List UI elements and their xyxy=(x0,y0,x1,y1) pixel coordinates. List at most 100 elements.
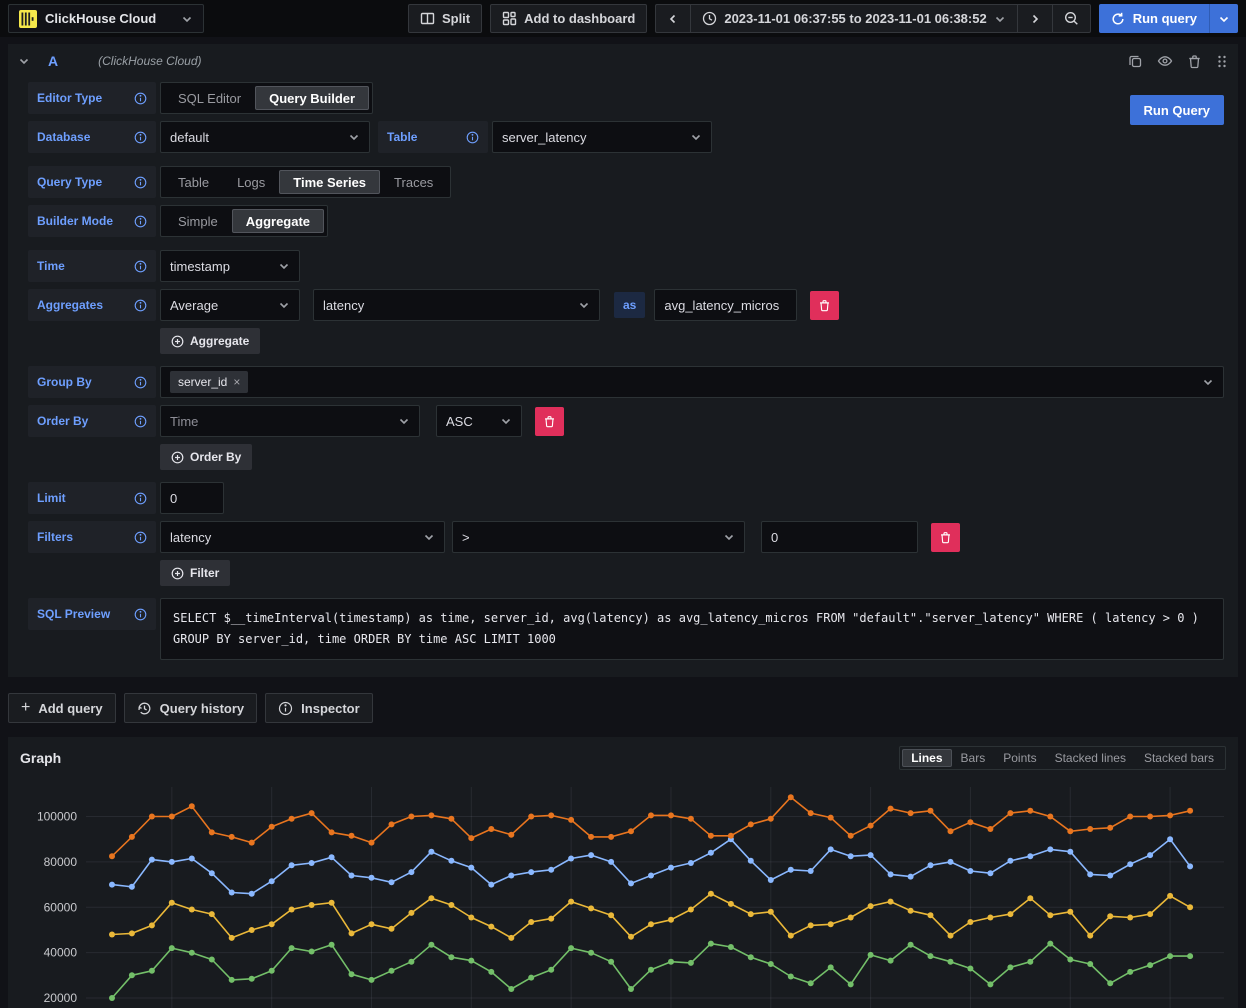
time-label: Time xyxy=(28,250,156,282)
group-by-select[interactable]: server_id × xyxy=(160,366,1224,398)
run-query-options-button[interactable] xyxy=(1209,4,1238,33)
remove-filter-button[interactable] xyxy=(931,523,960,552)
run-query-button[interactable]: Run query xyxy=(1099,11,1209,26)
data-point xyxy=(129,930,135,936)
info-icon[interactable] xyxy=(134,608,147,621)
info-icon[interactable] xyxy=(134,415,147,428)
info-icon[interactable] xyxy=(134,131,147,144)
option-time-series[interactable]: Time Series xyxy=(279,170,380,194)
add-filter-button[interactable]: Filter xyxy=(160,560,230,586)
filter-value-input[interactable]: 0 xyxy=(761,521,918,553)
run-query-split-button: Run query xyxy=(1099,4,1238,33)
option-points[interactable]: Points xyxy=(994,749,1045,767)
time-shift-forward-button[interactable] xyxy=(1017,4,1052,33)
info-icon[interactable] xyxy=(466,131,479,144)
panel-run-query-button[interactable]: Run Query xyxy=(1130,95,1224,125)
time-column-select[interactable]: timestamp xyxy=(160,250,300,282)
database-select[interactable]: default xyxy=(160,121,370,153)
option-bars[interactable]: Bars xyxy=(952,749,995,767)
data-point xyxy=(1087,871,1093,877)
data-point xyxy=(987,870,993,876)
data-point xyxy=(1127,814,1133,820)
data-point xyxy=(568,899,574,905)
filter-operator-select[interactable]: > xyxy=(452,521,745,553)
aggregate-function-select[interactable]: Average xyxy=(160,289,300,321)
option-logs[interactable]: Logs xyxy=(223,170,279,194)
chevron-left-icon xyxy=(667,13,679,25)
option-simple[interactable]: Simple xyxy=(164,209,232,233)
data-point xyxy=(169,945,175,951)
data-point xyxy=(1027,959,1033,965)
chevron-down-icon xyxy=(578,299,590,311)
data-point xyxy=(1187,904,1193,910)
top-toolbar: ClickHouse Cloud Split Add to dashboard xyxy=(0,0,1246,37)
data-point xyxy=(1087,933,1093,939)
time-picker-group: 2023-11-01 06:37:55 to 2023-11-01 06:38:… xyxy=(655,4,1090,33)
option-lines[interactable]: Lines xyxy=(902,749,951,767)
option-table[interactable]: Table xyxy=(164,170,223,194)
drag-handle-icon[interactable] xyxy=(1216,54,1228,69)
option-stacked-lines[interactable]: Stacked lines xyxy=(1046,749,1135,767)
add-to-dashboard-button[interactable]: Add to dashboard xyxy=(490,4,647,33)
info-icon[interactable] xyxy=(134,299,147,312)
data-point xyxy=(868,903,874,909)
limit-row: Limit 0 xyxy=(28,482,1224,514)
remove-chip-icon[interactable]: × xyxy=(233,375,240,389)
collapse-query-icon[interactable] xyxy=(18,55,30,67)
query-history-button[interactable]: Query history xyxy=(124,693,258,723)
remove-aggregate-button[interactable] xyxy=(810,291,839,320)
filter-column-select[interactable]: latency xyxy=(160,521,445,553)
data-point xyxy=(808,980,814,986)
datasource-picker[interactable]: ClickHouse Cloud xyxy=(8,4,204,33)
data-point xyxy=(808,922,814,928)
data-point xyxy=(389,821,395,827)
data-point xyxy=(269,968,275,974)
data-point xyxy=(528,869,534,875)
info-icon[interactable] xyxy=(134,260,147,273)
data-point xyxy=(1087,826,1093,832)
zoom-out-button[interactable] xyxy=(1052,4,1091,33)
info-icon[interactable] xyxy=(134,492,147,505)
data-point xyxy=(229,890,235,896)
remove-query-icon[interactable] xyxy=(1187,54,1202,69)
time-shift-back-button[interactable] xyxy=(655,4,690,33)
data-point xyxy=(888,899,894,905)
aggregates-row: Aggregates Average latency as avg_latenc… xyxy=(28,289,1224,321)
info-icon[interactable] xyxy=(134,376,147,389)
data-point xyxy=(1147,911,1153,917)
split-button[interactable]: Split xyxy=(408,4,482,33)
data-point xyxy=(688,907,694,913)
option-aggregate[interactable]: Aggregate xyxy=(232,209,324,233)
time-range-picker[interactable]: 2023-11-01 06:37:55 to 2023-11-01 06:38:… xyxy=(690,4,1016,33)
aggregate-alias-input[interactable]: avg_latency_micros xyxy=(654,289,797,321)
hide-response-icon[interactable] xyxy=(1157,53,1173,69)
filters-row: Filters latency > 0 xyxy=(28,521,1224,553)
info-icon[interactable] xyxy=(134,215,147,228)
editor-type-row: Editor Type SQL EditorQuery Builder xyxy=(28,82,1224,114)
data-point xyxy=(369,840,375,846)
limit-input[interactable]: 0 xyxy=(160,482,224,514)
info-icon[interactable] xyxy=(134,92,147,105)
info-icon[interactable] xyxy=(134,531,147,544)
duplicate-query-icon[interactable] xyxy=(1128,54,1143,69)
data-point xyxy=(1067,957,1073,963)
chevron-down-icon xyxy=(500,415,512,427)
order-direction-select[interactable]: ASC xyxy=(436,405,522,437)
add-order-by-button[interactable]: Order By xyxy=(160,444,252,470)
inspector-button[interactable]: Inspector xyxy=(265,693,373,723)
option-stacked-bars[interactable]: Stacked bars xyxy=(1135,749,1223,767)
table-select[interactable]: server_latency xyxy=(492,121,712,153)
info-icon[interactable] xyxy=(134,176,147,189)
data-point xyxy=(269,921,275,927)
option-query-builder[interactable]: Query Builder xyxy=(255,86,369,110)
data-point xyxy=(1007,911,1013,917)
add-query-button[interactable]: + Add query xyxy=(8,693,116,723)
remove-order-by-button[interactable] xyxy=(535,407,564,436)
order-by-field-select[interactable]: Time xyxy=(160,405,420,437)
aggregate-column-select[interactable]: latency xyxy=(313,289,600,321)
option-traces[interactable]: Traces xyxy=(380,170,447,194)
add-aggregate-button[interactable]: Aggregate xyxy=(160,328,260,354)
data-point xyxy=(808,868,814,874)
data-point xyxy=(828,815,834,821)
option-sql-editor[interactable]: SQL Editor xyxy=(164,86,255,110)
